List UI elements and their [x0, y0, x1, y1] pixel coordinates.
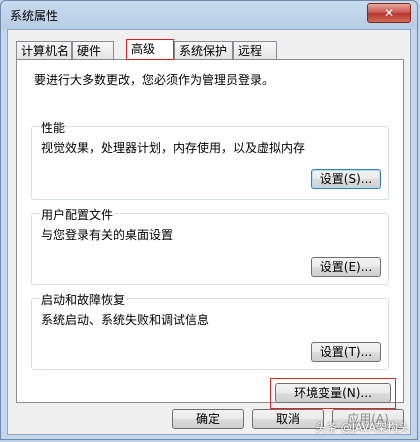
- admin-notice: 要进行大多数更改，您必须作为管理员登录。: [34, 73, 275, 87]
- performance-settings-button[interactable]: 设置(S)...: [311, 169, 381, 189]
- dialog-client-area: 计算机名 硬件 高级 系统保护 远程 要进行大多数更改，您必须作为管理员登录。 …: [7, 29, 411, 435]
- tab-advanced[interactable]: 高级: [126, 39, 174, 60]
- user-profiles-group-title: 用户配置文件: [40, 206, 115, 223]
- performance-description: 视觉效果，处理器计划，内存使用，以及虚拟内存: [41, 141, 306, 155]
- user-profiles-description: 与您登录有关的桌面设置: [41, 228, 174, 242]
- cancel-button[interactable]: 取消: [252, 409, 324, 429]
- tab-system-protection[interactable]: 系统保护: [174, 41, 233, 59]
- startup-recovery-settings-button[interactable]: 设置(T)...: [311, 342, 381, 362]
- watermark-text: 头条 @JAVA架构头: [315, 421, 409, 434]
- title-bar[interactable]: 系统属性 ✕: [1, 1, 417, 29]
- environment-variables-button[interactable]: 环境变量(N)...: [275, 383, 391, 403]
- ok-button[interactable]: 确定: [172, 409, 244, 429]
- performance-group: 性能 视觉效果，处理器计划，内存使用，以及虚拟内存 设置(S)...: [31, 119, 389, 200]
- performance-group-title: 性能: [40, 119, 67, 136]
- startup-recovery-description: 系统启动、系统失败和调试信息: [41, 313, 210, 327]
- tab-hardware[interactable]: 硬件: [72, 41, 114, 59]
- close-button[interactable]: ✕: [367, 3, 411, 23]
- advanced-tab-panel: 要进行大多数更改，您必须作为管理员登录。 性能 视觉效果，处理器计划，内存使用，…: [16, 59, 404, 409]
- tab-remote[interactable]: 远程: [233, 41, 277, 59]
- startup-recovery-group-title: 启动和故障恢复: [40, 291, 127, 308]
- user-profiles-group: 用户配置文件 与您登录有关的桌面设置 设置(E)...: [31, 206, 389, 285]
- tab-computer-name[interactable]: 计算机名: [16, 41, 72, 59]
- system-properties-window: 系统属性 ✕ 计算机名 硬件 高级 系统保护 远程 要进行大多数更改，您必须作为…: [0, 0, 418, 440]
- startup-recovery-group: 启动和故障恢复 系统启动、系统失败和调试信息 设置(T)...: [31, 291, 389, 370]
- window-title: 系统属性: [10, 9, 59, 23]
- user-profiles-settings-button[interactable]: 设置(E)...: [311, 257, 381, 277]
